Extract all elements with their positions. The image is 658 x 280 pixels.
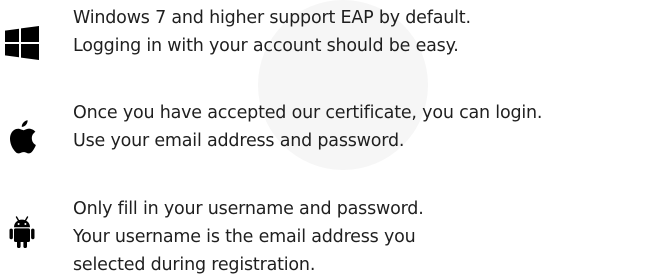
- description-line: Your username is the email address you: [73, 227, 416, 247]
- platform-description: Windows 7 and higher support EAP by defa…: [73, 4, 471, 60]
- description-line: Logging in with your account should be e…: [73, 36, 459, 56]
- apple-logo-icon: [4, 119, 40, 155]
- platform-instructions-list: Windows 7 and higher support EAP by defa…: [0, 0, 658, 280]
- android-logo-icon: [4, 215, 40, 251]
- platform-description: Only fill in your username and password.…: [73, 195, 424, 279]
- description-line: Use your email address and password.: [73, 131, 405, 151]
- platform-description: Once you have accepted our certificate, …: [73, 99, 542, 155]
- description-line: Once you have accepted our certificate, …: [73, 103, 543, 123]
- windows-logo-icon: [4, 25, 40, 61]
- description-line: Windows 7 and higher support EAP by defa…: [73, 8, 471, 28]
- description-line: selected during registration.: [73, 255, 316, 275]
- description-line: Only fill in your username and password.: [73, 199, 424, 219]
